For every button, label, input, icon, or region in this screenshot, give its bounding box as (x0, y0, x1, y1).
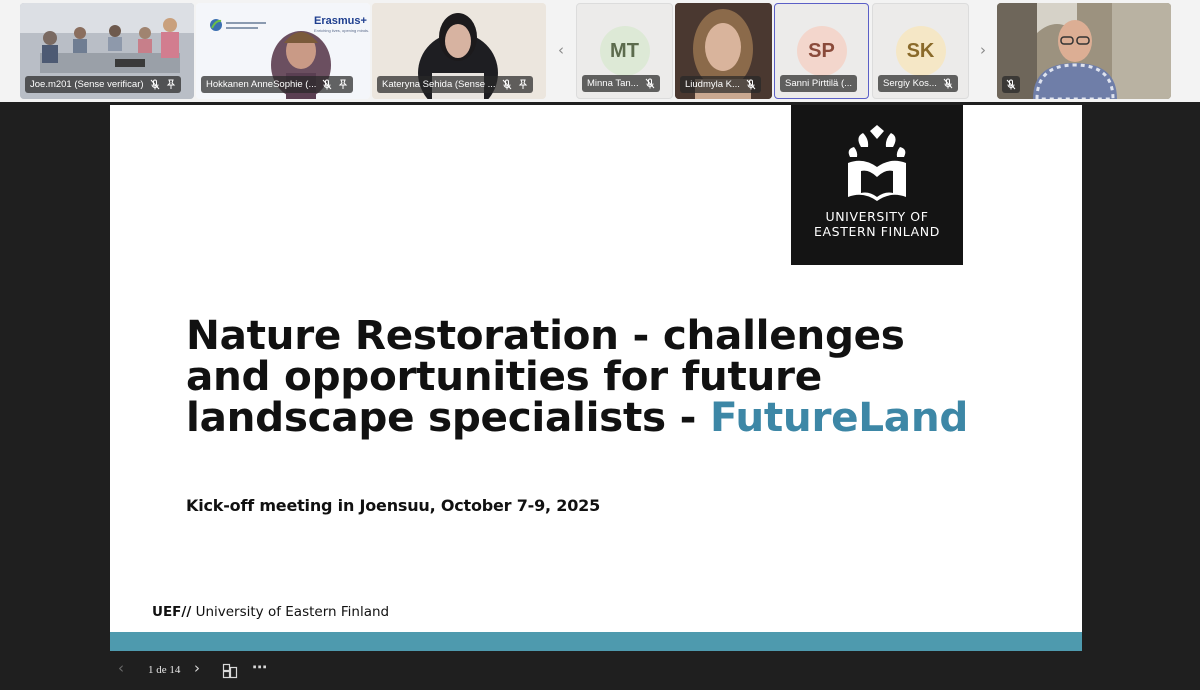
slide-accent-band (110, 632, 1082, 651)
mic-off-icon (943, 78, 953, 89)
participant-name-tag: Liudmyla K... (680, 76, 761, 93)
participant-tile-kateryna[interactable]: Kateryna Sehida (Sense ... (372, 3, 546, 99)
presentation-slide: UNIVERSITY OF EASTERN FINLAND Nature Res… (110, 105, 1082, 651)
pin-icon[interactable] (166, 79, 176, 90)
logo-line-2: EASTERN FINLAND (814, 224, 940, 239)
more-options-button[interactable]: ⋯ (252, 658, 267, 680)
slide-subtitle: Kick-off meeting in Joensuu, October 7-9… (186, 496, 601, 515)
participant-name: Hokkanen AnneSophie (... (206, 79, 317, 90)
mic-off-icon (150, 79, 159, 90)
avatar: MT (599, 26, 650, 76)
participant-name-tag: Sergiy Kos... (878, 75, 958, 92)
presentation-controls: ‹ 1 de 14 › ⋯ (110, 655, 410, 685)
participant-tile-liudmyla[interactable]: Liudmyla K... (675, 3, 772, 99)
participant-tile-sergiy[interactable]: SK Sergiy Kos... (872, 3, 969, 99)
participant-name: Liudmyla K... (685, 79, 740, 90)
participant-name: Joe.m201 (Sense verificar) (30, 79, 144, 90)
erasmus-tagline: Enriching lives, opening minds. (314, 28, 370, 33)
erasmus-banner: Erasmus+ (314, 15, 367, 27)
logo-line-1: UNIVERSITY OF (825, 209, 929, 224)
participant-name-tag: Hokkanen AnneSophie (... (201, 76, 354, 93)
participant-tile-joe[interactable]: Joe.m201 (Sense verificar) (20, 3, 194, 99)
participant-name: Kateryna Sehida (Sense ... (382, 79, 496, 90)
video-feed-speaker (997, 3, 1171, 99)
slide-footer: UEF// University of Eastern Finland (152, 604, 389, 620)
pin-icon[interactable] (338, 79, 348, 90)
previous-slide-button[interactable]: ‹ (118, 659, 124, 681)
chevron-left-icon[interactable]: ‹ (552, 38, 570, 62)
participant-name-tag: Kateryna Sehida (Sense ... (377, 76, 533, 93)
participant-tile-hokkanen[interactable]: Erasmus+ Enriching lives, opening minds.… (196, 3, 370, 99)
pin-icon[interactable] (518, 79, 528, 90)
mic-off-icon (502, 79, 511, 90)
grid-view-icon (222, 663, 238, 679)
mic-off-icon (746, 79, 756, 90)
participant-name: Sanni Pirttilä (... (785, 78, 853, 89)
mic-off-icon (323, 79, 332, 90)
slide-title: Nature Restoration - challenges and oppo… (186, 315, 986, 438)
mic-off-icon (1006, 79, 1016, 90)
next-slide-button[interactable]: › (194, 659, 200, 681)
grid-view-button[interactable] (222, 663, 238, 685)
chevron-right-icon[interactable]: › (974, 38, 992, 62)
footer-brand: UEF// (152, 604, 192, 620)
participant-name: Minna Tan... (587, 78, 639, 89)
participant-name-tag (1002, 76, 1020, 93)
participant-tile-speaker[interactable] (997, 3, 1171, 99)
participant-strip: Joe.m201 (Sense verificar) Erasmus+ Enri… (0, 0, 1200, 102)
uef-logo: UNIVERSITY OF EASTERN FINLAND (791, 105, 963, 265)
avatar: SP (796, 26, 847, 76)
avatar: SK (895, 26, 946, 76)
participant-name-tag: Joe.m201 (Sense verificar) (25, 76, 181, 93)
footer-label: University of Eastern Finland (191, 604, 390, 620)
participant-name-tag: Sanni Pirttilä (... (780, 75, 858, 92)
participant-tile-minna[interactable]: MT Minna Tan... (576, 3, 673, 99)
page-indicator: 1 de 14 (148, 664, 181, 676)
participant-tile-sanni[interactable]: SP Sanni Pirttilä (... (774, 3, 869, 99)
uef-emblem-icon (848, 125, 906, 201)
slide-title-accent: FutureLand (709, 393, 969, 441)
mic-off-icon (645, 78, 654, 89)
participant-name: Sergiy Kos... (883, 78, 937, 89)
participant-name-tag: Minna Tan... (582, 75, 660, 92)
